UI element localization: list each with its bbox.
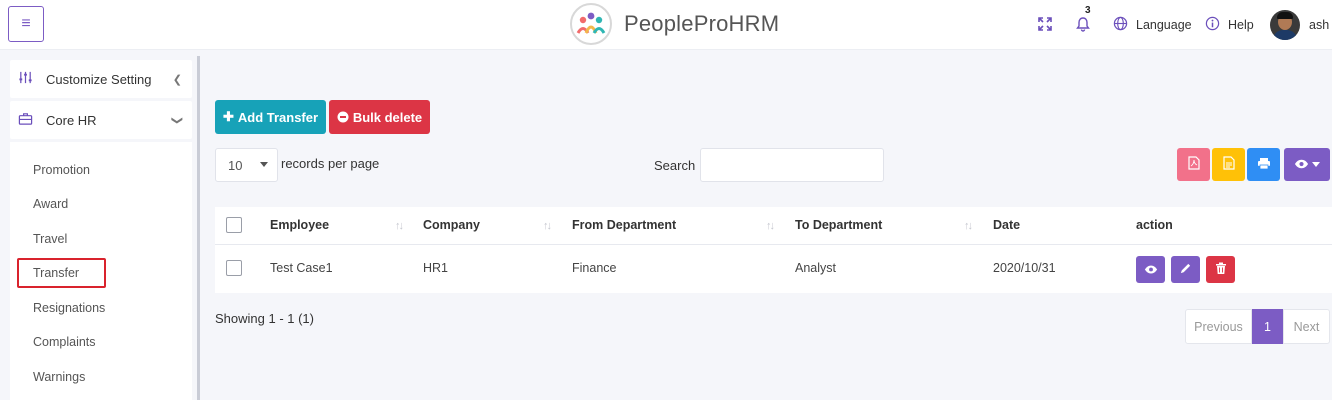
sidebar-item-promotion[interactable]: Promotion	[33, 163, 90, 177]
records-per-page-label: records per page	[281, 156, 380, 171]
select-all-checkbox[interactable]	[226, 217, 242, 233]
add-transfer-label: Add Transfer	[237, 109, 319, 125]
export-csv-button[interactable]	[1212, 148, 1245, 181]
globe-icon	[1113, 16, 1128, 34]
sidebar-item-customize-setting[interactable]: Customize Setting ❮	[10, 60, 192, 98]
language-menu[interactable]: Language	[1113, 0, 1192, 50]
sort-icon[interactable]: ↑↓	[766, 220, 775, 232]
column-header-from-department[interactable]: From Department	[572, 218, 676, 232]
brand[interactable]: PeopleProHRM	[570, 3, 779, 45]
transfer-table: Employee ↑↓ Company ↑↓ From Department ↑…	[215, 207, 1332, 293]
pagination-previous[interactable]: Previous	[1185, 309, 1252, 344]
cell-employee: Test Case1	[270, 261, 333, 275]
caret-down-icon	[260, 162, 268, 167]
sidebar-item-label: Customize Setting	[46, 71, 152, 87]
bulk-delete-label: Bulk delete	[352, 109, 423, 125]
user-name: ash	[1309, 18, 1330, 32]
plus-icon: ✚	[222, 109, 234, 124]
file-pdf-icon	[1187, 156, 1200, 173]
avatar	[1270, 10, 1300, 40]
row-checkbox[interactable]	[226, 260, 242, 276]
search-input[interactable]	[700, 148, 884, 182]
sort-icon[interactable]: ↑↓	[543, 220, 552, 232]
notification-count: 3	[1085, 5, 1091, 16]
column-header-to-department[interactable]: To Department	[795, 218, 882, 232]
page-size-value: 10	[228, 157, 243, 173]
sidebar-item-core-hr[interactable]: Core HR ❯	[10, 101, 192, 139]
print-icon	[1257, 157, 1271, 173]
menu-toggle-button[interactable]: ≡	[8, 6, 44, 42]
search-label: Search	[654, 158, 696, 173]
sidebar-item-award[interactable]: Award	[33, 197, 68, 211]
fullscreen-button[interactable]	[1037, 0, 1053, 50]
expand-icon	[1037, 16, 1053, 35]
trash-icon	[1215, 262, 1227, 278]
column-header-action: action	[1136, 218, 1173, 232]
help-link[interactable]: Help	[1205, 0, 1254, 50]
briefcase-icon	[10, 111, 46, 129]
print-button[interactable]	[1247, 148, 1280, 181]
cell-company: HR1	[423, 261, 449, 275]
chevron-down-icon: ❯	[170, 115, 183, 125]
bulk-delete-button[interactable]: Bulk delete	[329, 100, 430, 134]
people-logo-icon	[570, 3, 612, 45]
top-header: ≡ PeopleProHRM 3 Language Help ash	[0, 0, 1332, 50]
eye-icon	[1144, 263, 1158, 277]
pagination-page-1[interactable]: 1	[1252, 309, 1283, 344]
active-item-highlight	[17, 258, 106, 288]
pagination-next[interactable]: Next	[1283, 309, 1330, 344]
bell-icon	[1075, 16, 1091, 35]
sidebar-item-travel[interactable]: Travel	[33, 232, 67, 246]
sidebar-item-warnings[interactable]: Warnings	[33, 370, 85, 384]
app-title: PeopleProHRM	[624, 11, 780, 36]
cell-date: 2020/10/31	[993, 261, 1056, 275]
hamburger-icon: ≡	[21, 15, 31, 32]
sort-icon[interactable]: ↑↓	[395, 220, 404, 232]
sidebar-item-label: Core HR	[46, 112, 97, 128]
column-header-date[interactable]: Date	[993, 218, 1020, 232]
pencil-icon	[1179, 262, 1192, 278]
sidebar-scrollbar[interactable]	[197, 56, 200, 400]
info-icon	[1205, 16, 1220, 34]
header-divider	[215, 244, 1332, 245]
column-visibility-button[interactable]	[1284, 148, 1330, 181]
edit-button[interactable]	[1171, 256, 1200, 283]
export-pdf-button[interactable]	[1177, 148, 1210, 181]
showing-info: Showing 1 - 1 (1)	[215, 311, 314, 326]
language-label: Language	[1136, 18, 1192, 32]
caret-down-icon	[1312, 162, 1320, 167]
sliders-icon	[10, 70, 46, 88]
eye-icon	[1294, 158, 1309, 172]
page-size-select[interactable]: 10	[215, 148, 278, 182]
user-menu[interactable]: ash	[1270, 0, 1329, 50]
column-header-employee[interactable]: Employee	[270, 218, 329, 232]
delete-button[interactable]	[1206, 256, 1235, 283]
sidebar-item-resignations[interactable]: Resignations	[33, 301, 105, 315]
column-header-company[interactable]: Company	[423, 218, 480, 232]
cell-to-department: Analyst	[795, 261, 836, 275]
add-transfer-button[interactable]: ✚ Add Transfer	[215, 100, 326, 134]
view-button[interactable]	[1136, 256, 1165, 283]
minus-circle-icon	[337, 111, 349, 123]
sort-icon[interactable]: ↑↓	[964, 220, 973, 232]
help-label: Help	[1228, 18, 1254, 32]
sidebar-item-complaints[interactable]: Complaints	[33, 335, 96, 349]
file-text-icon	[1222, 156, 1235, 173]
chevron-left-icon: ❮	[172, 73, 182, 86]
cell-from-department: Finance	[572, 261, 617, 275]
